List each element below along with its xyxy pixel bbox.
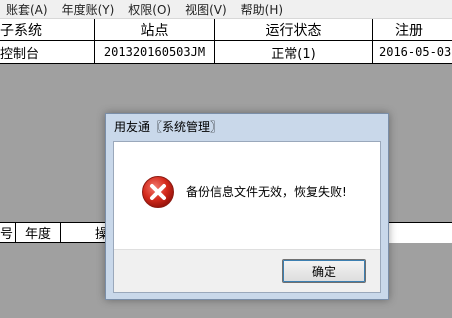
subsystem-table: 子系统 站点 运行状态 注册 控制台 201320160503JM 正常(1) … [0,19,452,64]
error-message: 备份信息文件无效，恢复失败! [186,185,347,199]
dialog-title: 用友通〖系统管理〗 [114,120,223,134]
col-header-year: 年度 [16,223,61,243]
menu-help[interactable]: 帮助(H) [234,1,290,18]
ok-button[interactable]: 确定 [282,259,366,283]
dialog-body: 备份信息文件无效，恢复失败! 确定 [113,141,381,293]
menu-year-account[interactable]: 年度账(Y) [55,1,122,18]
cell-subsystem[interactable]: 控制台 [0,41,95,64]
col-header-number: 号 [0,223,16,243]
col-header-register: 注册 [373,19,452,41]
col-header-subsystem: 子系统 [0,19,95,41]
menu-account-set[interactable]: 账套(A) [0,1,55,18]
col-header-operation: 操 [61,223,111,243]
menu-bar: 账套(A) 年度账(Y) 权限(O) 视图(V) 帮助(H) [0,0,452,19]
cell-site[interactable]: 201320160503JM [95,41,215,64]
error-dialog: 用友通〖系统管理〗 备份信息文件无效，恢复失败! 确定 [105,113,389,300]
menu-view[interactable]: 视图(V) [178,1,234,18]
cell-register[interactable]: 2016-05-03 [373,41,452,64]
error-icon [142,176,174,208]
col-header-status: 运行状态 [215,19,373,41]
col-header-site: 站点 [95,19,215,41]
dialog-footer: 确定 [114,249,380,292]
cell-status[interactable]: 正常(1) [215,41,373,64]
menu-permission[interactable]: 权限(O) [121,1,178,18]
